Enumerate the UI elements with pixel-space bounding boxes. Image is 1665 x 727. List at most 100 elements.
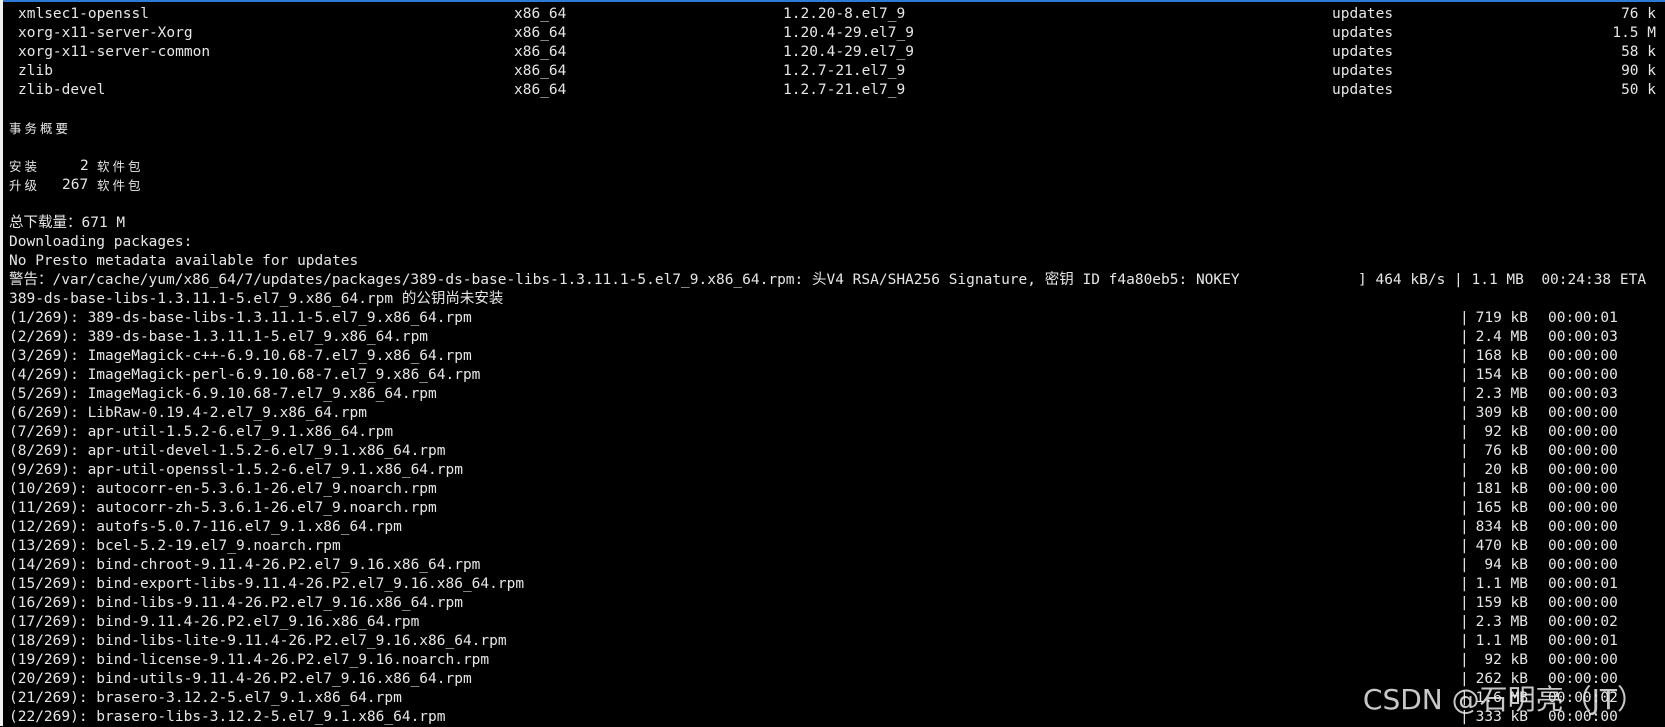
download-row: (15/269): bind-export-libs-9.11.4-26.P2.… [0, 575, 1665, 594]
download-size: 470 kB [1475, 538, 1528, 554]
download-time: 00:00:00 [1548, 424, 1618, 440]
download-size: 76 kB [1484, 443, 1528, 459]
upgrade-label: 升级 [9, 178, 41, 193]
download-row: (6/269): LibRaw-0.19.4-2.el7_9.x86_64.rp… [0, 404, 1665, 423]
download-row: (18/269): bind-libs-lite-9.11.4-26.P2.el… [0, 632, 1665, 651]
download-time: 00:00:00 [1548, 462, 1618, 478]
column-divider: | [1460, 405, 1469, 421]
download-row: (2/269): 389-ds-base-1.3.11.1-5.el7_9.x8… [0, 328, 1665, 347]
package-repo: updates [1332, 6, 1394, 22]
downloading-message: Downloading packages: [9, 234, 193, 250]
warning-message: 警告：/var/cache/yum/x86_64/7/updates/packa… [9, 272, 1240, 288]
package-size: 1.5 M [1612, 25, 1656, 41]
install-unit: 软件包 [97, 159, 144, 174]
no-presto-message: No Presto metadata available for updates [9, 253, 359, 269]
download-size: 154 kB [1475, 367, 1528, 383]
download-row: (3/269): ImageMagick-c++-6.9.10.68-7.el7… [0, 347, 1665, 366]
column-divider: | [1460, 481, 1469, 497]
download-size: 159 kB [1475, 595, 1528, 611]
package-name: zlib-devel [18, 82, 106, 98]
download-file: (5/269): ImageMagick-6.9.10.68-7.el7_9.x… [9, 386, 437, 402]
download-file: (9/269): apr-util-openssl-1.5.2-6.el7_9.… [9, 462, 463, 478]
separator-line [0, 138, 1665, 157]
download-time: 00:00:00 [1548, 538, 1618, 554]
package-repo: updates [1332, 44, 1394, 60]
download-file: (8/269): apr-util-devel-1.5.2-6.el7_9.1.… [9, 443, 446, 459]
download-time: 00:00:00 [1548, 348, 1618, 364]
package-row: zlib-devel x86_64 1.2.7-21.el7_9 updates 50 … [0, 81, 1665, 100]
download-row: (1/269): 389-ds-base-libs-1.3.11.1-5.el7… [0, 309, 1665, 328]
download-time: 00:00:00 [1548, 557, 1618, 573]
package-version: 1.20.4-29.el7_9 [783, 44, 914, 60]
download-file: (19/269): bind-license-9.11.4-26.P2.el7_… [9, 652, 490, 668]
column-divider: | [1460, 633, 1469, 649]
package-row: xmlsec1-openssl x86_64 1.2.20-8.el7_9 updat… [0, 5, 1665, 24]
install-count: 2 [80, 158, 89, 174]
download-file: (21/269): brasero-3.12.2-5.el7_9.1.x86_6… [9, 690, 402, 706]
package-version: 1.20.4-29.el7_9 [783, 25, 914, 41]
pubkey-message: 389-ds-base-libs-1.3.11.1-5.el7_9.x86_64… [9, 291, 504, 307]
download-list: (1/269): 389-ds-base-libs-1.3.11.1-5.el7… [0, 309, 1665, 727]
column-divider: | [1460, 367, 1469, 383]
presto-line: No Presto metadata available for updates [0, 252, 1665, 271]
package-version: 1.2.20-8.el7_9 [783, 6, 906, 22]
download-file: (15/269): bind-export-libs-9.11.4-26.P2.… [9, 576, 525, 592]
download-time: 00:00:01 [1548, 633, 1618, 649]
download-file: (4/269): ImageMagick-perl-6.9.10.68-7.el… [9, 367, 481, 383]
download-size: 20 kB [1484, 462, 1528, 478]
download-row: (14/269): bind-chroot-9.11.4-26.P2.el7_9… [0, 556, 1665, 575]
download-time: 00:00:01 [1548, 576, 1618, 592]
download-file: (18/269): bind-libs-lite-9.11.4-26.P2.el… [9, 633, 507, 649]
package-name: xmlsec1-openssl [18, 6, 149, 22]
package-size: 90 k [1621, 63, 1656, 79]
download-time: 00:00:03 [1548, 329, 1618, 345]
download-size: 1.1 MB [1475, 576, 1528, 592]
download-size: 168 kB [1475, 348, 1528, 364]
download-size: 2.3 MB [1475, 386, 1528, 402]
download-file: (17/269): bind-9.11.4-26.P2.el7_9.16.x86… [9, 614, 420, 630]
download-row: (19/269): bind-license-9.11.4-26.P2.el7_… [0, 651, 1665, 670]
downloading-line: Downloading packages: [0, 233, 1665, 252]
download-row: (7/269): apr-util-1.5.2-6.el7_9.1.x86_64… [0, 423, 1665, 442]
column-divider: | [1460, 519, 1469, 535]
download-file: (3/269): ImageMagick-c++-6.9.10.68-7.el7… [9, 348, 472, 364]
warning-line: 警告：/var/cache/yum/x86_64/7/updates/packa… [0, 271, 1665, 290]
package-arch: x86_64 [514, 82, 567, 98]
package-arch: x86_64 [514, 25, 567, 41]
download-time: 00:00:00 [1548, 405, 1618, 421]
install-summary-line: 安装 2 软件包 [0, 157, 1665, 176]
download-file: (11/269): autocorr-zh-5.3.6.1-26.el7_9.n… [9, 500, 437, 516]
window-top-border [0, 0, 1665, 2]
upgrade-unit: 软件包 [97, 178, 144, 193]
terminal-output[interactable]: xmlsec1-openssl x86_64 1.2.20-8.el7_9 updat… [0, 5, 1665, 727]
package-row: xorg-x11-server-common x86_64 1.20.4-29.el… [0, 43, 1665, 62]
package-size: 76 k [1621, 6, 1656, 22]
download-time: 00:00:00 [1548, 443, 1618, 459]
column-divider: | [1460, 329, 1469, 345]
download-time: 00:00:00 [1548, 652, 1618, 668]
download-row: (10/269): autocorr-en-5.3.6.1-26.el7_9.n… [0, 480, 1665, 499]
download-time: 00:00:00 [1548, 595, 1618, 611]
column-divider: | [1460, 652, 1469, 668]
download-size: 165 kB [1475, 500, 1528, 516]
column-divider: | [1460, 538, 1469, 554]
download-size: 92 kB [1484, 424, 1528, 440]
column-divider: | [1460, 348, 1469, 364]
package-arch: x86_64 [514, 63, 567, 79]
download-row: (9/269): apr-util-openssl-1.5.2-6.el7_9.… [0, 461, 1665, 480]
package-version: 1.2.7-21.el7_9 [783, 63, 906, 79]
package-row: xorg-x11-server-Xorg x86_64 1.20.4-29.el7_… [0, 24, 1665, 43]
download-row: (13/269): bcel-5.2-19.el7_9.noarch.rpm | 4… [0, 537, 1665, 556]
package-row: zlib x86_64 1.2.7-21.el7_9 updates 90 k [0, 62, 1665, 81]
csdn-watermark: CSDN @石明亮（JT） [1362, 683, 1645, 716]
column-divider: | [1460, 614, 1469, 630]
summary-title: 事务概要 [9, 121, 72, 136]
download-size: 94 kB [1484, 557, 1528, 573]
package-name: xorg-x11-server-common [18, 44, 211, 60]
download-row: (17/269): bind-9.11.4-26.P2.el7_9.16.x86… [0, 613, 1665, 632]
package-repo: updates [1332, 63, 1394, 79]
column-divider: | [1460, 500, 1469, 516]
package-repo: updates [1332, 82, 1394, 98]
